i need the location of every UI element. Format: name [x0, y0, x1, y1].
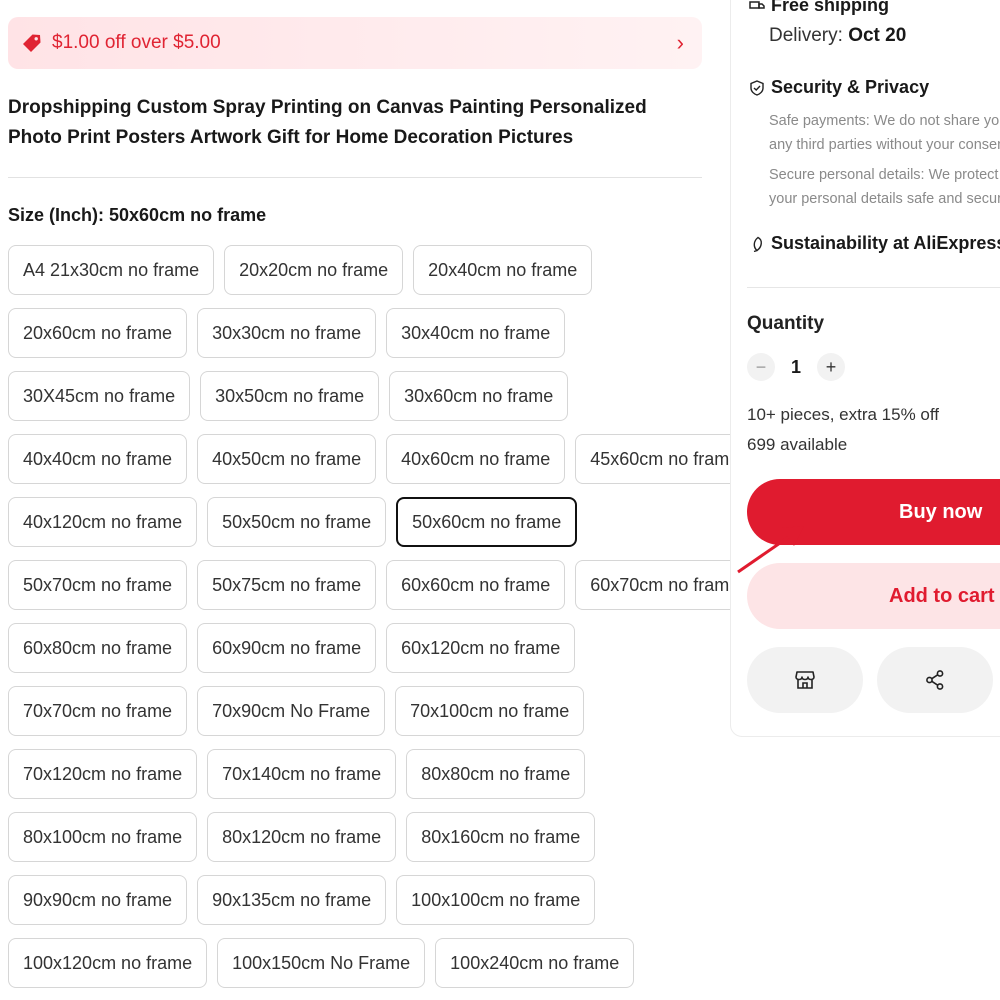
size-option[interactable]: 30x40cm no frame	[386, 308, 566, 358]
size-option[interactable]: 70x70cm no frame	[8, 686, 188, 736]
size-option-row: 30X45cm no frame 30x50cm no frame 30x60cm …	[8, 371, 708, 421]
size-option[interactable]: 70x100cm no frame	[395, 686, 585, 736]
increase-quantity-button[interactable]: +	[817, 353, 845, 381]
size-option[interactable]: 60x120cm no frame	[386, 623, 576, 673]
divider	[8, 177, 702, 178]
truck-icon	[749, 0, 765, 13]
size-label: Size (Inch): 50x60cm no frame	[8, 205, 266, 226]
size-option[interactable]: 20x20cm no frame	[224, 245, 404, 295]
size-option[interactable]: 70x140cm no frame	[207, 749, 397, 799]
size-option[interactable]: 100x120cm no frame	[8, 938, 208, 988]
size-option-selected[interactable]: 50x60cm no frame	[396, 497, 578, 547]
quantity-label: Quantity	[747, 313, 825, 334]
size-options: A4 21x30cm no frame 20x20cm no frame 20x40…	[8, 245, 755, 1000]
size-option[interactable]: 90x135cm no frame	[197, 875, 387, 925]
size-option[interactable]: 80x160cm no frame	[406, 812, 596, 862]
size-option[interactable]: 20x40cm no frame	[413, 245, 593, 295]
quantity-value[interactable]: 1	[775, 357, 817, 378]
size-option[interactable]: 40x40cm no frame	[8, 434, 188, 484]
size-option[interactable]: 100x150cm No Frame	[217, 938, 426, 988]
size-option-row: A4 21x30cm no frame 20x20cm no frame 20x40…	[8, 245, 708, 295]
add-to-cart-button[interactable]: Add to cart	[747, 563, 1000, 629]
size-option[interactable]: 60x60cm no frame	[386, 560, 566, 610]
size-option[interactable]: 70x120cm no frame	[8, 749, 198, 799]
security-heading-text: Security & Privacy	[771, 77, 930, 97]
security-heading[interactable]: Security & Privacy	[749, 77, 929, 98]
size-option[interactable]: 40x50cm no frame	[197, 434, 377, 484]
safe-payments-line1: Safe payments: We do not share your pe	[769, 113, 1000, 129]
store-button[interactable]	[747, 647, 863, 713]
size-selected-value: 50x60cm no frame	[109, 205, 267, 225]
coupon-banner[interactable]: $1.00 off over $5.00 ›	[8, 17, 702, 69]
size-option[interactable]: 20x60cm no frame	[8, 308, 188, 358]
size-option[interactable]: 30x50cm no frame	[200, 371, 380, 421]
size-option[interactable]: 30x60cm no frame	[389, 371, 569, 421]
secure-details-line2: your personal details safe and secure.	[769, 191, 1000, 207]
shipping-heading-text: Free shipping	[771, 0, 890, 15]
size-option[interactable]: 30x30cm no frame	[197, 308, 377, 358]
delivery-date: Oct 20	[848, 25, 907, 46]
size-option[interactable]: 30X45cm no frame	[8, 371, 191, 421]
divider	[747, 287, 1000, 288]
size-option[interactable]: 60x80cm no frame	[8, 623, 188, 673]
size-option[interactable]: 70x90cm No Frame	[197, 686, 386, 736]
shipping-heading: Free shipping	[749, 0, 889, 16]
size-label-prefix: Size (Inch):	[8, 205, 110, 225]
size-option[interactable]: 80x120cm no frame	[207, 812, 397, 862]
delivery-info: Delivery: Oct 20	[769, 25, 906, 47]
size-option-row: 70x120cm no frame 70x140cm no frame 80x80c…	[8, 749, 708, 799]
stock-available-text: 699 available	[747, 435, 848, 454]
size-option[interactable]: 50x75cm no frame	[197, 560, 377, 610]
safe-payments-line2: any third parties without your consent.	[769, 137, 1000, 153]
shield-check-icon	[749, 79, 765, 96]
size-option[interactable]: 50x50cm no frame	[207, 497, 387, 547]
product-details-column: $1.00 off over $5.00 › Dropshipping Cust…	[8, 0, 755, 1000]
size-option[interactable]: 100x100cm no frame	[396, 875, 596, 925]
delivery-label: Delivery:	[769, 25, 849, 46]
sustainability-heading[interactable]: Sustainability at AliExpress	[749, 233, 1000, 254]
size-option-row: 50x70cm no frame 50x75cm no frame 60x60cm …	[8, 560, 755, 610]
size-option[interactable]: 100x240cm no frame	[435, 938, 635, 988]
purchase-panel: Free shipping Delivery: Oct 20 Security …	[730, 0, 1000, 737]
chevron-right-icon: ›	[676, 30, 684, 55]
size-option[interactable]: 60x70cm no frame	[575, 560, 755, 610]
size-option-row: 20x60cm no frame 30x30cm no frame 30x40cm …	[8, 308, 708, 358]
decrease-quantity-button[interactable]: −	[747, 353, 775, 381]
size-option-row: 80x100cm no frame 80x120cm no frame 80x160…	[8, 812, 708, 862]
quantity-stepper: − 1 +	[747, 353, 845, 381]
safe-payments-text: Safe payments: We do not share your pe a…	[769, 109, 1000, 157]
size-option-row: 100x120cm no frame 100x150cm No Frame 100x…	[8, 938, 708, 988]
price-tag-icon	[22, 33, 42, 53]
size-option[interactable]: 80x100cm no frame	[8, 812, 198, 862]
secure-details-line1: Secure personal details: We protect your	[769, 167, 1000, 183]
size-option-row: 90x90cm no frame 90x135cm no frame 100x100…	[8, 875, 708, 925]
buy-now-button[interactable]: Buy now	[747, 479, 1000, 545]
size-option-row: 60x80cm no frame 60x90cm no frame 60x120cm…	[8, 623, 708, 673]
share-button[interactable]	[877, 647, 993, 713]
product-title: Dropshipping Custom Spray Printing on Ca…	[8, 97, 647, 148]
size-option-row: 70x70cm no frame 70x90cm No Frame 70x100cm…	[8, 686, 708, 736]
size-option[interactable]: 60x90cm no frame	[197, 623, 377, 673]
secure-details-text: Secure personal details: We protect your…	[769, 163, 1000, 211]
size-option[interactable]: 40x120cm no frame	[8, 497, 198, 547]
share-icon	[923, 668, 947, 692]
size-option[interactable]: 90x90cm no frame	[8, 875, 188, 925]
sustainability-heading-text: Sustainability at AliExpress	[771, 233, 1000, 253]
size-option[interactable]: 50x70cm no frame	[8, 560, 188, 610]
store-icon	[793, 668, 817, 692]
bulk-discount-text: 10+ pieces, extra 15% off	[747, 405, 940, 424]
size-option[interactable]: 80x80cm no frame	[406, 749, 586, 799]
size-option[interactable]: A4 21x30cm no frame	[8, 245, 215, 295]
size-option-row: 40x40cm no frame 40x50cm no frame 40x60cm …	[8, 434, 755, 484]
size-option-row: 40x120cm no frame 50x50cm no frame 50x60cm…	[8, 497, 708, 547]
size-option[interactable]: 45x60cm no frame	[575, 434, 755, 484]
coupon-text: $1.00 off over $5.00	[52, 32, 221, 53]
size-option[interactable]: 40x60cm no frame	[386, 434, 566, 484]
leaf-icon	[749, 236, 765, 252]
